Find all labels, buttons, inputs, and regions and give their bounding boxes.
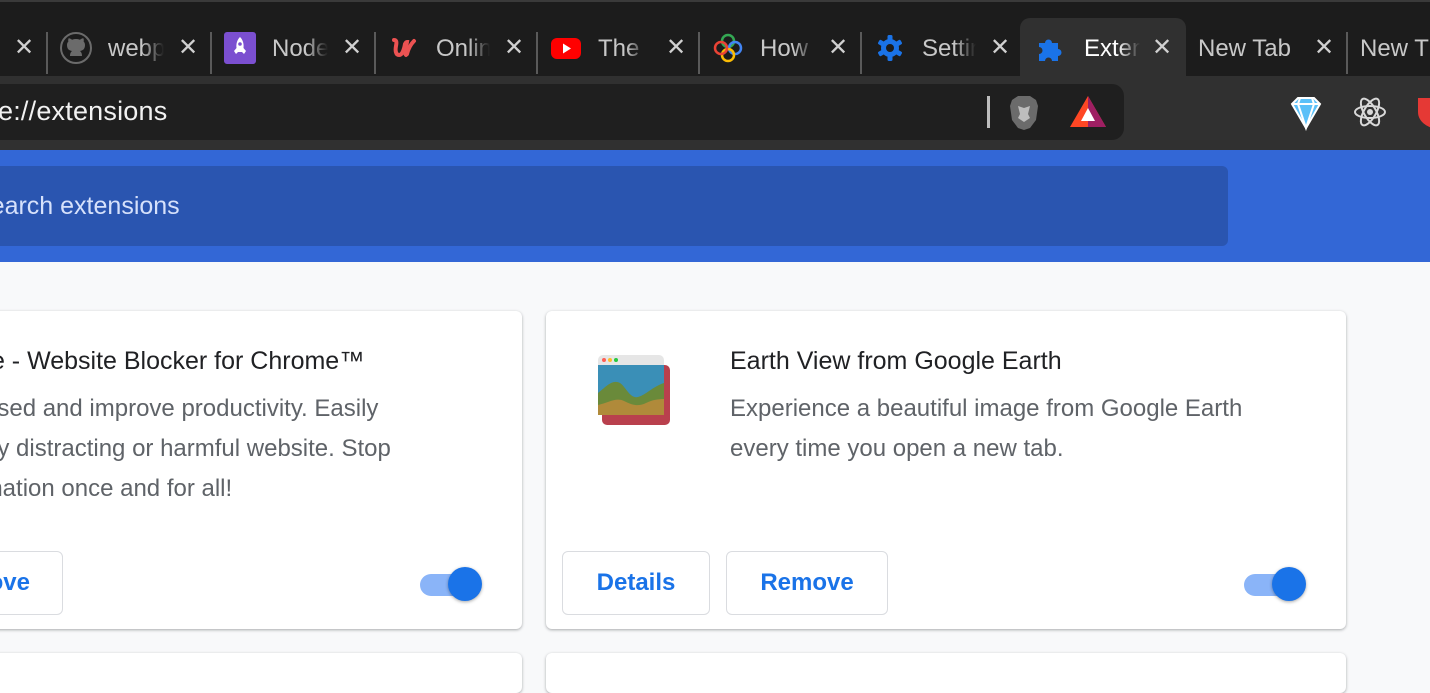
tab-youtube[interactable]: The ✕ — [538, 18, 698, 76]
tab-title: Settings — [922, 35, 976, 62]
extension-card — [546, 653, 1346, 693]
diamond-extension-icon[interactable] — [1286, 92, 1326, 132]
extension-card: Earth View from Google Earth Experience … — [546, 311, 1346, 629]
github-icon — [60, 32, 92, 64]
close-icon[interactable]: ✕ — [988, 36, 1012, 60]
close-icon[interactable]: ✕ — [1150, 36, 1174, 60]
react-devtools-icon[interactable] — [1350, 92, 1390, 132]
remove-button[interactable]: ove — [0, 551, 63, 615]
tab-title: The — [598, 35, 640, 62]
extensions-header — [0, 150, 1430, 262]
tab-title: New Tab — [1198, 35, 1291, 62]
extension-card: te - Website Blocker for Chrome™ used an… — [0, 311, 522, 629]
tab-settings[interactable]: Settings ✕ — [862, 18, 1020, 76]
extension-description-line: ination once and for all! — [0, 475, 233, 502]
address-bar[interactable]: e://extensions — [0, 84, 1124, 140]
tab-online[interactable]: Online ✕ — [376, 18, 536, 76]
tab-title: New T — [1360, 35, 1429, 62]
shield-extension-icon[interactable] — [1414, 92, 1430, 132]
tab-title: How — [760, 35, 809, 62]
close-icon[interactable]: ✕ — [12, 36, 36, 60]
tab-title: webpack — [108, 35, 164, 62]
toolbar: e://extensions — [0, 76, 1430, 150]
tab-strip: ✕ webpack ✕ Node ✕ Online ✕ The ✕ — [0, 0, 1430, 76]
extension-description-line: every time you open a new tab. — [730, 435, 1064, 462]
tab-unknown[interactable]: ✕ — [0, 18, 46, 76]
gear-icon — [874, 32, 906, 64]
close-icon[interactable]: ✕ — [826, 36, 850, 60]
extension-description-line: used and improve productivity. Easily — [0, 395, 379, 422]
extension-description-line: Experience a beautiful image from Google… — [730, 395, 1243, 422]
youtube-icon — [550, 32, 582, 64]
extension-card — [0, 653, 522, 693]
tab-how[interactable]: How ✕ — [700, 18, 860, 76]
tab-new-tab-2[interactable]: New T — [1348, 18, 1430, 76]
pinwheel-icon — [712, 32, 744, 64]
remove-button[interactable]: Remove — [726, 551, 888, 615]
search-input[interactable] — [0, 166, 1174, 246]
tab-extensions[interactable]: Extensions ✕ — [1020, 18, 1186, 76]
earth-view-icon — [596, 353, 672, 429]
address-divider — [987, 96, 990, 128]
toggle-knob — [1272, 567, 1306, 601]
extension-name: Earth View from Google Earth — [730, 347, 1062, 375]
enable-toggle[interactable] — [420, 567, 482, 601]
tab-node[interactable]: Node ✕ — [212, 18, 374, 76]
details-button[interactable]: Details — [562, 551, 710, 615]
tab-new-tab[interactable]: New Tab ✕ — [1186, 18, 1346, 76]
extension-description-line: ny distracting or harmful website. Stop — [0, 435, 391, 462]
close-icon[interactable]: ✕ — [502, 36, 526, 60]
tab-title: Node — [272, 35, 328, 62]
extension-name: te - Website Blocker for Chrome™ — [0, 347, 365, 375]
close-icon[interactable]: ✕ — [340, 36, 364, 60]
toggle-knob — [448, 567, 482, 601]
search-box[interactable] — [0, 166, 1228, 246]
udemy-icon — [388, 32, 420, 64]
brave-rewards-icon[interactable] — [1068, 94, 1108, 130]
enable-toggle[interactable] — [1244, 567, 1306, 601]
close-icon[interactable]: ✕ — [176, 36, 200, 60]
address-url[interactable]: e://extensions — [0, 96, 167, 127]
tab-title: Online — [436, 35, 490, 62]
brave-lion-icon[interactable] — [1004, 92, 1044, 132]
close-icon[interactable]: ✕ — [664, 36, 688, 60]
close-icon[interactable]: ✕ — [1312, 36, 1336, 60]
rocket-icon — [224, 32, 256, 64]
tab-webpack[interactable]: webpack ✕ — [48, 18, 210, 76]
tab-title: Extensions — [1084, 35, 1140, 62]
puzzle-icon — [1034, 32, 1066, 64]
